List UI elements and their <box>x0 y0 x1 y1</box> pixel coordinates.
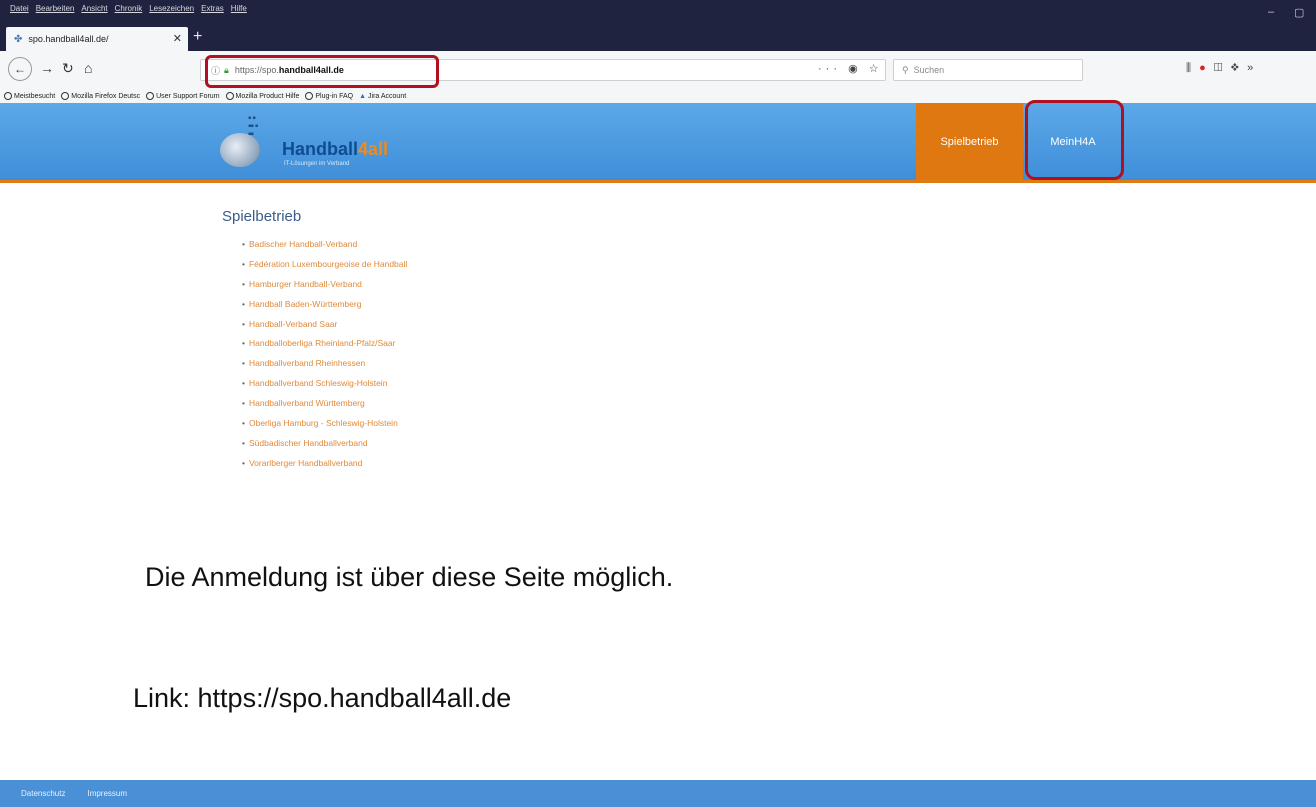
logo-tagline: IT-Lösungen im Verband <box>284 161 350 167</box>
globe-icon <box>61 92 70 100</box>
back-arrow-icon[interactable]: ← <box>8 57 32 81</box>
bookmark-label: Meistbesucht <box>14 92 56 100</box>
association-link[interactable]: Vorarlberger Handballverband <box>242 455 407 475</box>
search-placeholder: Suchen <box>913 65 945 75</box>
bookmark-star-icon[interactable]: ☆ <box>869 63 883 75</box>
association-link[interactable]: Oberliga Hamburg - Schleswig-Holstein <box>242 415 407 435</box>
new-tab-icon[interactable]: + <box>193 28 202 46</box>
sidebar-icon[interactable]: ◫ <box>1214 62 1231 74</box>
page-title: Spielbetrieb <box>222 208 302 225</box>
home-icon[interactable]: ⌂ <box>84 60 92 76</box>
bookmark-meistbesucht[interactable]: Meistbesucht <box>4 92 55 100</box>
menu-bearbeiten[interactable]: Bearbeiten <box>36 4 75 13</box>
handball4all-logo[interactable]: ▪ ▪ ▪▪ ▪ ▪▪ Handball4all IT-Lösungen im V… <box>220 113 420 175</box>
logo-accent: 4all <box>358 139 389 159</box>
association-link[interactable]: Handball Baden-Württemberg <box>242 296 407 316</box>
menu-hilfe[interactable]: Hilfe <box>231 4 247 13</box>
forward-arrow-icon[interactable]: → <box>40 60 54 76</box>
tab-title: spo.handball4all.de/ <box>28 34 109 44</box>
overflow-icon[interactable]: » <box>1247 62 1261 74</box>
bookmark-product-help[interactable]: Mozilla Product Hilfe <box>225 92 300 100</box>
url-highlight-frame <box>205 55 439 88</box>
association-link[interactable]: Handballverband Schleswig-Holstein <box>242 375 407 395</box>
logo-main: Handball <box>282 139 359 159</box>
nav-spielbetrieb[interactable]: Spielbetrieb <box>916 103 1023 180</box>
association-link[interactable]: Fédération Luxembourgeoise de Handball <box>242 256 407 276</box>
bookmark-label: User Support Forum <box>156 92 220 100</box>
site-favicon-icon: ✤ <box>14 33 23 45</box>
association-link[interactable]: Handballverband Rheinhessen <box>242 355 407 375</box>
adblock-icon[interactable]: ● <box>1199 62 1214 74</box>
logo-text: Handball4all <box>282 139 388 160</box>
menu-ansicht[interactable]: Ansicht <box>81 4 107 13</box>
association-list: Badischer Handball-Verband Fédération Lu… <box>242 236 407 475</box>
bookmark-label: Mozilla Product Hilfe <box>235 92 300 100</box>
pocket-icon[interactable]: ◉ <box>848 63 862 75</box>
navigation-toolbar: ← → ↻ ⌂ ⓘ 🔒︎ https://spo. handball4all.de… <box>0 51 1316 89</box>
library-icon[interactable]: ⫼ <box>1186 62 1199 74</box>
bookmark-label: Mozilla Firefox Deutsc <box>71 92 141 100</box>
more-actions-icon[interactable]: ··· <box>818 63 841 75</box>
globe-icon <box>305 92 314 100</box>
restore-icon[interactable]: ▢ <box>1294 6 1304 19</box>
footer-impressum-link[interactable]: Impressum <box>87 789 127 798</box>
meinh4a-highlight-frame <box>1025 100 1124 180</box>
login-info-text: Die Anmeldung ist über diese Seite mögli… <box>145 562 674 592</box>
menu-extras[interactable]: Extras <box>201 4 224 13</box>
association-link[interactable]: Badischer Handball-Verband <box>242 236 407 256</box>
globe-icon <box>225 92 234 100</box>
screenshot-root: Datei Bearbeiten Ansicht Chronik Lesezei… <box>0 0 1316 807</box>
bookmark-jira[interactable]: ▲ Jira Account <box>359 93 406 100</box>
pixel-dots-icon: ▪ ▪ ▪▪ ▪ ▪▪ <box>248 113 258 140</box>
minimize-icon[interactable]: – <box>1268 6 1274 18</box>
tab-active[interactable]: ✤ spo.handball4all.de/ ✕ <box>6 27 188 51</box>
reload-icon[interactable]: ↻ <box>62 60 74 77</box>
menu-chronik[interactable]: Chronik <box>115 4 143 13</box>
jira-icon: ▲ <box>359 92 367 100</box>
gear-icon <box>4 92 12 100</box>
bookmark-label: Jira Account <box>368 92 407 100</box>
bookmark-firefox[interactable]: Mozilla Firefox Deutsc <box>61 92 140 100</box>
association-link[interactable]: Südbadischer Handballverband <box>242 435 407 455</box>
footer-datenschutz-link[interactable]: Datenschutz <box>21 789 65 798</box>
bookmark-label: Plug-in FAQ <box>315 92 354 100</box>
browser-menubar: Datei Bearbeiten Ansicht Chronik Lesezei… <box>0 0 1316 25</box>
association-link[interactable]: Handball-Verband Saar <box>242 316 407 336</box>
association-link[interactable]: Handballverband Württemberg <box>242 395 407 415</box>
association-link[interactable]: Handballoberliga Rheinland-Pfalz/Saar <box>242 335 407 355</box>
extension-icon[interactable]: ❖ <box>1231 62 1248 74</box>
menu-datei[interactable]: Datei <box>10 4 29 13</box>
close-tab-icon[interactable]: ✕ <box>173 32 182 45</box>
search-icon: ⚲ <box>902 64 909 75</box>
site-footer: Datenschutz Impressum <box>0 780 1316 807</box>
link-info-text: Link: https://spo.handball4all.de <box>133 683 512 713</box>
bookmark-plugin-faq[interactable]: Plug-in FAQ <box>305 92 353 100</box>
globe-icon <box>146 92 155 100</box>
search-input[interactable]: ⚲ Suchen <box>893 59 1083 81</box>
page-actions: ··· ◉ ☆ <box>818 62 883 75</box>
association-link[interactable]: Hamburger Handball-Verband <box>242 276 407 296</box>
menu-lesezeichen[interactable]: Lesezeichen <box>149 4 194 13</box>
bookmark-support[interactable]: User Support Forum <box>146 92 220 100</box>
toolbar-icons: ⫼●◫❖» <box>1186 62 1261 75</box>
